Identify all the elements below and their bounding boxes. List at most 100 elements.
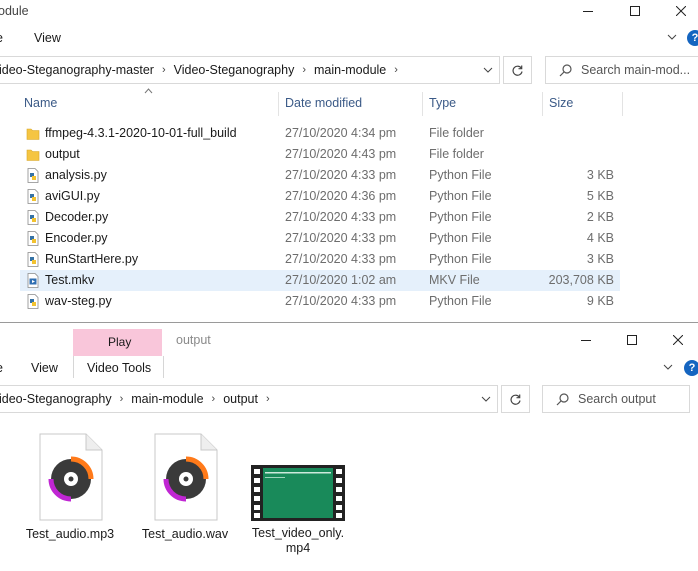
window-title: output (176, 333, 211, 347)
column-divider[interactable] (622, 92, 623, 116)
maximize-button[interactable] (609, 329, 655, 351)
folder-icon (26, 128, 40, 140)
maximize-icon (630, 6, 640, 16)
tab-video-tools[interactable]: Video Tools (73, 356, 164, 378)
column-header-size[interactable]: Size (549, 96, 573, 114)
file-date: 27/10/2020 4:33 pm (285, 294, 397, 308)
file-type: Python File (429, 231, 492, 245)
file-row[interactable]: wav-steg.py 27/10/2020 4:33 pm Python Fi… (20, 291, 620, 312)
address-history-chevron-icon (483, 67, 493, 73)
file-date: 27/10/2020 4:33 pm (285, 231, 397, 245)
file-name: Encoder.py (45, 231, 108, 245)
ribbon-expand-button[interactable] (666, 31, 678, 43)
minimize-button[interactable] (565, 0, 611, 22)
file-row[interactable]: aviGUI.py 27/10/2020 4:36 pm Python File… (20, 186, 620, 207)
file-date: 27/10/2020 4:43 pm (285, 147, 397, 161)
file-date: 27/10/2020 1:02 am (285, 273, 397, 287)
explorer-window-main-module: odule e View ? ideo-Steganography-master… (0, 0, 698, 322)
search-box[interactable]: Search output (542, 385, 690, 413)
search-placeholder: Search output (578, 392, 656, 406)
file-item[interactable]: Test_audio.wav (137, 433, 233, 542)
refresh-button[interactable] (503, 56, 532, 84)
file-size: 2 KB (586, 210, 614, 224)
ribbon-tab-partial[interactable]: e (0, 361, 3, 375)
file-size: 4 KB (586, 231, 614, 245)
column-header-name[interactable]: Name (24, 96, 57, 114)
file-row[interactable]: ffmpeg-4.3.1-2020-10-01-full_build 27/10… (20, 123, 620, 144)
tab-view[interactable]: View (34, 31, 61, 45)
breadcrumb-item[interactable]: ideo-Steganography-master (0, 63, 154, 77)
maximize-button[interactable] (612, 0, 658, 22)
close-button[interactable] (658, 0, 698, 22)
file-row[interactable]: analysis.py 27/10/2020 4:33 pm Python Fi… (20, 165, 620, 186)
file-type: MKV File (429, 273, 480, 287)
file-size: 5 KB (586, 189, 614, 203)
file-row[interactable]: Decoder.py 27/10/2020 4:33 pm Python Fil… (20, 207, 620, 228)
file-size: 3 KB (586, 168, 614, 182)
folder-icon (26, 149, 40, 161)
close-button[interactable] (655, 329, 698, 351)
maximize-icon (627, 335, 637, 345)
file-row-selected[interactable]: Test.mkv 27/10/2020 1:02 am MKV File 203… (20, 270, 620, 291)
file-size: 3 KB (586, 252, 614, 266)
breadcrumb-item[interactable]: main-module (131, 392, 203, 406)
file-date: 27/10/2020 4:33 pm (285, 210, 397, 224)
chevron-right-icon[interactable]: › (120, 393, 124, 405)
help-icon[interactable]: ? (684, 360, 698, 376)
chevron-right-icon[interactable]: › (162, 64, 166, 76)
chevron-right-icon[interactable]: › (302, 64, 306, 76)
column-header-date[interactable]: Date modified (285, 96, 362, 114)
file-type: Python File (429, 294, 492, 308)
address-bar[interactable]: ideo-Steganography › main-module › outpu… (0, 385, 498, 413)
chevron-right-icon[interactable]: › (212, 393, 216, 405)
address-bar[interactable]: ideo-Steganography-master › Video-Stegan… (0, 56, 500, 84)
column-header-type[interactable]: Type (429, 96, 456, 114)
minimize-button[interactable] (563, 329, 609, 351)
file-date: 27/10/2020 4:33 pm (285, 168, 397, 182)
audio-file-icon (154, 433, 218, 521)
chevron-right-icon[interactable]: › (266, 393, 270, 405)
tab-view[interactable]: View (31, 361, 58, 375)
file-row[interactable]: Encoder.py 27/10/2020 4:33 pm Python Fil… (20, 228, 620, 249)
ribbon-expand-button[interactable] (662, 361, 674, 373)
file-type: File folder (429, 126, 484, 140)
file-date: 27/10/2020 4:33 pm (285, 252, 397, 266)
column-divider[interactable] (278, 92, 279, 116)
help-icon[interactable]: ? (687, 30, 698, 46)
file-item-label: Test_audio.wav (141, 527, 229, 541)
file-item[interactable]: Test_video_only. mp4 (250, 465, 346, 556)
window-title: odule (0, 4, 29, 18)
minimize-icon (581, 340, 591, 341)
file-item-label-line2: mp4 (285, 541, 311, 555)
breadcrumb-item[interactable]: output (223, 392, 258, 406)
refresh-button[interactable] (501, 385, 530, 413)
breadcrumb-item[interactable]: ideo-Steganography (0, 392, 112, 406)
file-name: output (45, 147, 80, 161)
column-divider[interactable] (542, 92, 543, 116)
file-item[interactable]: Test_audio.mp3 (22, 433, 118, 542)
file-size: 9 KB (586, 294, 614, 308)
address-history-chevron-icon (481, 396, 491, 402)
ribbon-tab-partial[interactable]: e (0, 31, 3, 45)
python-file-icon (27, 231, 39, 246)
file-row[interactable]: output 27/10/2020 4:43 pm File folder (20, 144, 620, 165)
breadcrumb-item[interactable]: Video-Steganography (174, 63, 295, 77)
breadcrumb-item[interactable]: main-module (314, 63, 386, 77)
tab-play[interactable]: Play (108, 335, 131, 349)
column-divider[interactable] (422, 92, 423, 116)
search-box[interactable]: Search main-mod... (545, 56, 698, 84)
tab-video-tools-label: Video Tools (87, 361, 152, 375)
file-item-label-line1: Test_video_only. (251, 526, 345, 540)
file-item-label: Test_audio.mp3 (25, 527, 115, 541)
search-icon (556, 392, 569, 405)
minimize-icon (583, 11, 593, 12)
python-file-icon (27, 252, 39, 267)
chevron-right-icon[interactable]: › (394, 64, 398, 76)
sort-ascending-icon (144, 88, 153, 94)
file-row[interactable]: RunStartHere.py 27/10/2020 4:33 pm Pytho… (20, 249, 620, 270)
refresh-icon (510, 394, 521, 405)
file-type: Python File (429, 252, 492, 266)
file-type: Python File (429, 189, 492, 203)
file-name: Test.mkv (45, 273, 95, 287)
search-placeholder: Search main-mod... (581, 63, 691, 77)
